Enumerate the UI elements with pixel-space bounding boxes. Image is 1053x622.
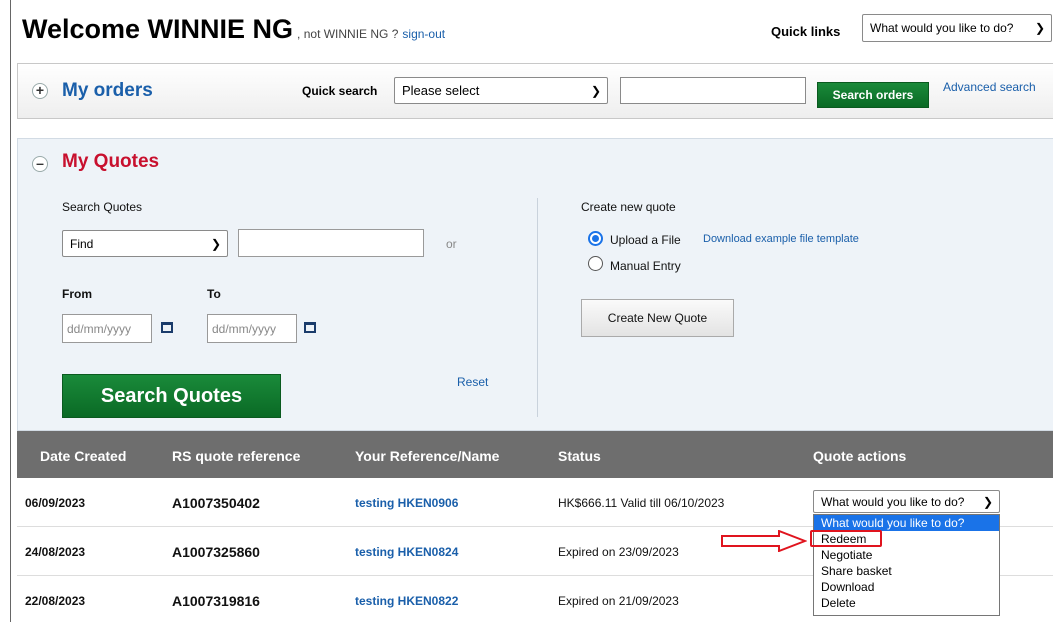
quick-search-select[interactable]: Please select ❯ [394, 77, 608, 104]
search-quotes-button[interactable]: Search Quotes [62, 374, 281, 418]
row-date: 22/08/2023 [25, 594, 86, 608]
upload-file-radio[interactable] [588, 231, 603, 246]
panel-divider [537, 198, 538, 417]
quick-links-select[interactable]: What would you like to do? ❯ [862, 14, 1052, 42]
my-orders-title[interactable]: My orders [62, 80, 153, 102]
upload-file-label[interactable]: Upload a File [610, 233, 681, 247]
row-status: Expired on 21/09/2023 [558, 594, 679, 608]
row-date: 24/08/2023 [25, 545, 86, 559]
create-new-quote-label: Create new quote [581, 200, 676, 214]
option-negotiate[interactable]: Negotiate [814, 547, 999, 563]
quick-search-input[interactable] [620, 77, 806, 104]
from-date-placeholder: dd/mm/yyyy [67, 321, 132, 336]
create-new-quote-button[interactable]: Create New Quote [581, 299, 734, 337]
sign-out-link[interactable]: sign-out [402, 27, 445, 41]
not-user-text: , not WINNIE NG ? [297, 27, 399, 41]
calendar-icon[interactable] [304, 322, 316, 333]
from-date-input[interactable]: dd/mm/yyyy [62, 314, 152, 343]
row-status: HK$666.11 Valid till 06/10/2023 [558, 496, 725, 510]
header-your-reference: Your Reference/Name [355, 448, 500, 464]
to-label: To [207, 287, 221, 301]
row-ref: A1007319816 [172, 593, 260, 609]
to-date-placeholder: dd/mm/yyyy [212, 321, 277, 336]
header-rs-quote-reference: RS quote reference [172, 448, 301, 464]
annotation-arrow-icon [721, 530, 807, 552]
search-quotes-label: Search Quotes [62, 200, 143, 214]
calendar-icon[interactable] [161, 322, 173, 333]
row-name-link[interactable]: testing HKEN0824 [355, 545, 458, 559]
download-template-link[interactable]: Download example file template [703, 233, 859, 245]
chevron-down-icon: ❯ [590, 83, 601, 98]
from-label: From [62, 287, 92, 301]
row-name-link[interactable]: testing HKEN0906 [355, 496, 458, 510]
manual-entry-radio[interactable] [588, 256, 603, 271]
option-delete[interactable]: Delete [814, 595, 999, 611]
chevron-down-icon: ❯ [210, 236, 221, 251]
row-date: 06/09/2023 [25, 496, 86, 510]
find-input[interactable] [238, 229, 424, 257]
row-ref: A1007350402 [172, 495, 260, 511]
welcome-text: Welcome WINNIE NG [22, 14, 294, 44]
chevron-down-icon: ❯ [1034, 21, 1045, 35]
or-label: or [446, 237, 457, 251]
quick-links-label: Quick links [771, 24, 841, 39]
find-select[interactable]: Find ❯ [62, 230, 228, 257]
quote-actions-value: What would you like to do? [821, 494, 965, 509]
row-name-link[interactable]: testing HKEN0822 [355, 594, 458, 608]
collapse-icon[interactable]: – [32, 156, 48, 172]
row-ref: A1007325860 [172, 544, 260, 560]
header-quote-actions: Quote actions [813, 448, 907, 464]
quick-search-value: Please select [402, 83, 480, 98]
chevron-down-icon: ❯ [982, 494, 993, 509]
redeem-highlight-box [810, 530, 882, 547]
header-status: Status [558, 448, 601, 464]
welcome-header: Welcome WINNIE NG, not WINNIE NG ? sign-o… [22, 14, 445, 45]
to-date-input[interactable]: dd/mm/yyyy [207, 314, 297, 343]
header-date-created: Date Created [40, 448, 127, 464]
expand-icon[interactable]: + [32, 83, 48, 99]
option-what-would-you-like[interactable]: What would you like to do? [814, 515, 999, 531]
option-share-basket[interactable]: Share basket [814, 563, 999, 579]
advanced-search-link[interactable]: Advanced search [943, 80, 1036, 94]
search-orders-button[interactable]: Search orders [817, 82, 929, 108]
manual-entry-label[interactable]: Manual Entry [610, 259, 681, 273]
option-download[interactable]: Download [814, 579, 999, 595]
find-value: Find [70, 236, 94, 251]
reset-link[interactable]: Reset [457, 375, 488, 389]
quote-actions-select[interactable]: What would you like to do? ❯ [813, 490, 1000, 513]
my-quotes-title[interactable]: My Quotes [62, 151, 159, 173]
quick-links-value: What would you like to do? [870, 21, 1014, 35]
quick-search-label: Quick search [302, 84, 378, 98]
row-status: Expired on 23/09/2023 [558, 545, 679, 559]
